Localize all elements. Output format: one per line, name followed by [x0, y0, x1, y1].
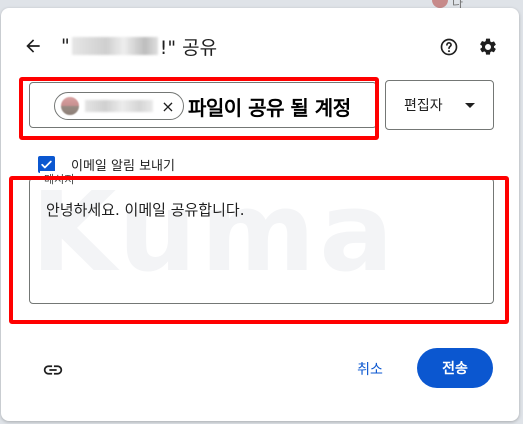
role-selected-label: 편집자 — [404, 98, 443, 114]
recipient-annotation: 파일이 공유 될 계정 — [188, 95, 351, 120]
notify-checkbox[interactable] — [38, 155, 55, 173]
cancel-button[interactable]: 취소 — [341, 354, 399, 384]
recipient-avatar — [61, 97, 79, 115]
title-suffix: !" 공유 — [159, 36, 218, 59]
settings-button[interactable] — [475, 34, 501, 60]
recipient-chip[interactable]: × — [54, 92, 184, 120]
help-button[interactable] — [436, 34, 462, 60]
chip-remove-button[interactable]: × — [159, 97, 177, 116]
check-icon — [41, 160, 52, 168]
send-button[interactable]: 전송 — [417, 348, 493, 388]
recipient-input[interactable]: × 파일이 공유 될 계정 — [29, 82, 377, 128]
share-dialog: Kuma " !" 공유 × 파일이 공유 될 계정 편집자 이메일 알림 보내… — [1, 8, 519, 421]
copy-link-button[interactable] — [39, 356, 67, 384]
redacted-file-name — [71, 37, 158, 55]
message-textarea[interactable]: 메시지 안녕하세요. 이메일 공유합니다. — [29, 171, 494, 304]
message-text: 안녕하세요. 이메일 공유합니다. — [46, 201, 245, 219]
message-legend: 메시지 — [40, 171, 79, 187]
dialog-title: " !" 공유 — [61, 34, 218, 59]
gear-icon — [480, 38, 496, 55]
redacted-recipient-email — [85, 100, 153, 112]
backdrop-avatar — [432, 0, 448, 8]
back-button[interactable] — [19, 32, 47, 60]
dialog-header: " !" 공유 — [1, 8, 519, 72]
title-prefix: " — [61, 35, 70, 57]
arrow-back-icon — [26, 39, 40, 53]
dropdown-caret-icon — [465, 103, 475, 108]
notify-label: 이메일 알림 보내기 — [71, 158, 175, 174]
help-icon — [440, 38, 458, 56]
role-dropdown[interactable]: 편집자 — [385, 80, 494, 130]
link-icon — [43, 365, 63, 375]
